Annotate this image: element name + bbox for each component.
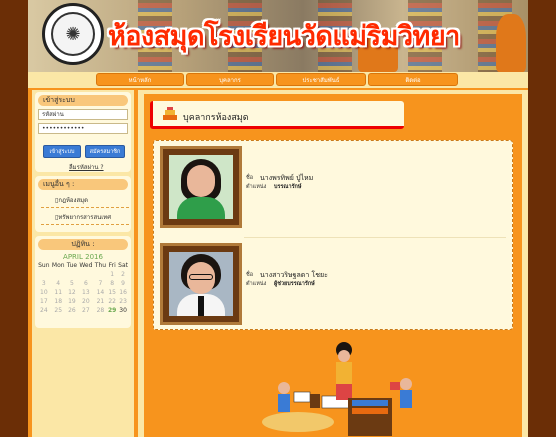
section-header: บุคลากรห้องสมุด (150, 101, 404, 129)
staff-position: บรรณารักษ์ (274, 184, 302, 190)
calendar-day[interactable]: 29 (107, 306, 117, 315)
calendar-day[interactable]: 14 (94, 288, 107, 297)
calendar-day[interactable]: 5 (66, 279, 78, 288)
calendar-week: 17 18 19 20 21 22 23 (37, 297, 129, 306)
username-input[interactable]: รหัสผ่าน (38, 109, 128, 120)
calendar-day[interactable]: 9 (117, 279, 129, 288)
calendar-day[interactable]: 18 (51, 297, 66, 306)
nav-item-news[interactable]: ประชาสัมพันธ์ (276, 73, 366, 86)
login-button[interactable]: เข้าสู่ระบบ (43, 145, 81, 158)
menu-link-label: กฎห้องสมุด (58, 197, 88, 204)
calendar-day (37, 270, 51, 279)
other-menu-title: เมนูอื่น ๆ : (38, 179, 128, 190)
menu-link-library-rules[interactable]: ▯กฎห้องสมุด (55, 195, 88, 205)
register-button[interactable]: สมัครสมาชิก (85, 145, 125, 158)
nav-item-contact[interactable]: ติดต่อ (368, 73, 458, 86)
menu-link-label: ทรัพยากรสารสนเทศ (58, 214, 112, 221)
login-title: เข้าสู่ระบบ (38, 95, 128, 106)
calendar-weekday: Mon (51, 262, 65, 269)
staff-position-label: ตำแหน่ง (246, 184, 267, 190)
section-title: บุคลากรห้องสมุด (183, 113, 249, 123)
sidebar: เข้าสู่ระบบ รหัสผ่าน •••••••••••• เข้าสู… (32, 90, 134, 437)
staff-photo-frame (160, 243, 242, 325)
menu-link-resources[interactable]: ▯ทรัพยากรสารสนเทศ (55, 212, 111, 222)
site-title: ห้องสมุดโรงเรียนวัดแม่ริมวิทยา (108, 21, 460, 52)
divider (244, 237, 506, 238)
seal-emblem-icon: ✺ (51, 12, 95, 56)
school-seal-logo: ✺ (42, 3, 104, 65)
staff-position: ผู้ช่วยบรรณารักษ์ (274, 281, 315, 287)
staff-photo (169, 155, 233, 219)
calendar-day[interactable]: 15 (107, 288, 117, 297)
books-icon (163, 107, 177, 120)
page: ✺ ห้องสมุดโรงเรียนวัดแม่ริมวิทยา หน้าหลั… (28, 0, 528, 437)
calendar-weekday: Fri (108, 262, 116, 269)
calendar-day[interactable]: 17 (37, 297, 51, 306)
calendar-day[interactable]: 30 (117, 306, 129, 315)
login-box: เข้าสู่ระบบ รหัสผ่าน •••••••••••• เข้าสู… (35, 92, 131, 172)
nav-item-staff[interactable]: บุคลากร (186, 73, 274, 86)
calendar-weekday: Tue (66, 262, 78, 269)
calendar-week: 3456789 (37, 279, 129, 288)
calendar-day[interactable]: 16 (117, 288, 129, 297)
calendar-day[interactable]: 19 (66, 297, 78, 306)
main-nav: หน้าหลัก บุคลากร ประชาสัมพันธ์ ติดต่อ (28, 72, 528, 88)
staff-list: ชื่อ นางพรทิพย์ ปู่ไหม ตำแหน่ง บรรณารักษ… (153, 140, 513, 330)
calendar-day[interactable]: 8 (107, 279, 117, 288)
calendar-day[interactable]: 4 (51, 279, 66, 288)
calendar-day (94, 270, 107, 279)
calendar-day[interactable]: 11 (51, 288, 66, 297)
calendar-day[interactable]: 21 (94, 297, 107, 306)
calendar-weekday: Thu (94, 262, 107, 269)
calendar-day[interactable]: 12 (66, 288, 78, 297)
calendar-week: 12 (37, 270, 129, 279)
main-content: บุคลากรห้องสมุด ชื่อ นางพรทิพย์ ปู่ไหม ต… (138, 90, 528, 437)
calendar-title: ปฏิทิน : (38, 239, 128, 250)
calendar-weekday: Sun (38, 262, 50, 269)
calendar-day[interactable]: 7 (94, 279, 107, 288)
other-menu-box: เมนูอื่น ๆ : ▯กฎห้องสมุด ▯ทรัพยากรสารสนเ… (35, 176, 131, 232)
divider (41, 224, 129, 225)
calendar-day (78, 270, 94, 279)
staff-photo-frame (160, 146, 242, 228)
calendar-day[interactable]: 20 (78, 297, 94, 306)
calendar-day[interactable]: 10 (37, 288, 51, 297)
calendar-day[interactable]: 3 (37, 279, 51, 288)
calendar-day[interactable]: 23 (117, 297, 129, 306)
calendar-day (66, 270, 78, 279)
calendar-day[interactable]: 25 (51, 306, 66, 315)
calendar-day[interactable]: 22 (107, 297, 117, 306)
calendar-box: ปฏิทิน : APRIL 2016 Sun Mon Tue Wed Thu Fri Sa… (35, 236, 131, 328)
calendar-weekday: Wed (79, 262, 93, 269)
header-banner: ✺ ห้องสมุดโรงเรียนวัดแม่ริมวิทยา (28, 0, 528, 72)
staff-name-label: ชื่อ (246, 272, 254, 278)
photo-figure (496, 14, 526, 72)
staff-photo (169, 252, 233, 316)
calendar-day[interactable]: 27 (78, 306, 94, 315)
calendar-day (51, 270, 66, 279)
calendar-month: APRIL 2016 (63, 253, 103, 261)
calendar-day[interactable]: 1 (107, 270, 117, 279)
staff-name-label: ชื่อ (246, 175, 254, 181)
library-illustration (262, 342, 412, 436)
calendar-week: 10 11 12 13 14 15 16 (37, 288, 129, 297)
calendar-day[interactable]: 24 (37, 306, 51, 315)
calendar-day[interactable]: 6 (78, 279, 94, 288)
calendar-day[interactable]: 26 (66, 306, 78, 315)
divider (41, 207, 129, 208)
calendar-weekday: Sat (118, 262, 128, 269)
calendar-day[interactable]: 28 (94, 306, 107, 315)
calendar-week: 24 25 26 27 28 29 30 (37, 306, 129, 315)
staff-position-label: ตำแหน่ง (246, 281, 267, 287)
password-input[interactable]: •••••••••••• (38, 123, 128, 134)
calendar-day[interactable]: 2 (117, 270, 129, 279)
nav-item-home[interactable]: หน้าหลัก (96, 73, 184, 86)
forgot-password-link[interactable]: ลืมรหัสผ่าน ? (69, 162, 104, 172)
calendar-day[interactable]: 13 (78, 288, 94, 297)
calendar-grid: Sun Mon Tue Wed Thu Fri Sat 1 2 3 4 5 6 7 8 9 10 11 12 13 1… (37, 261, 129, 315)
